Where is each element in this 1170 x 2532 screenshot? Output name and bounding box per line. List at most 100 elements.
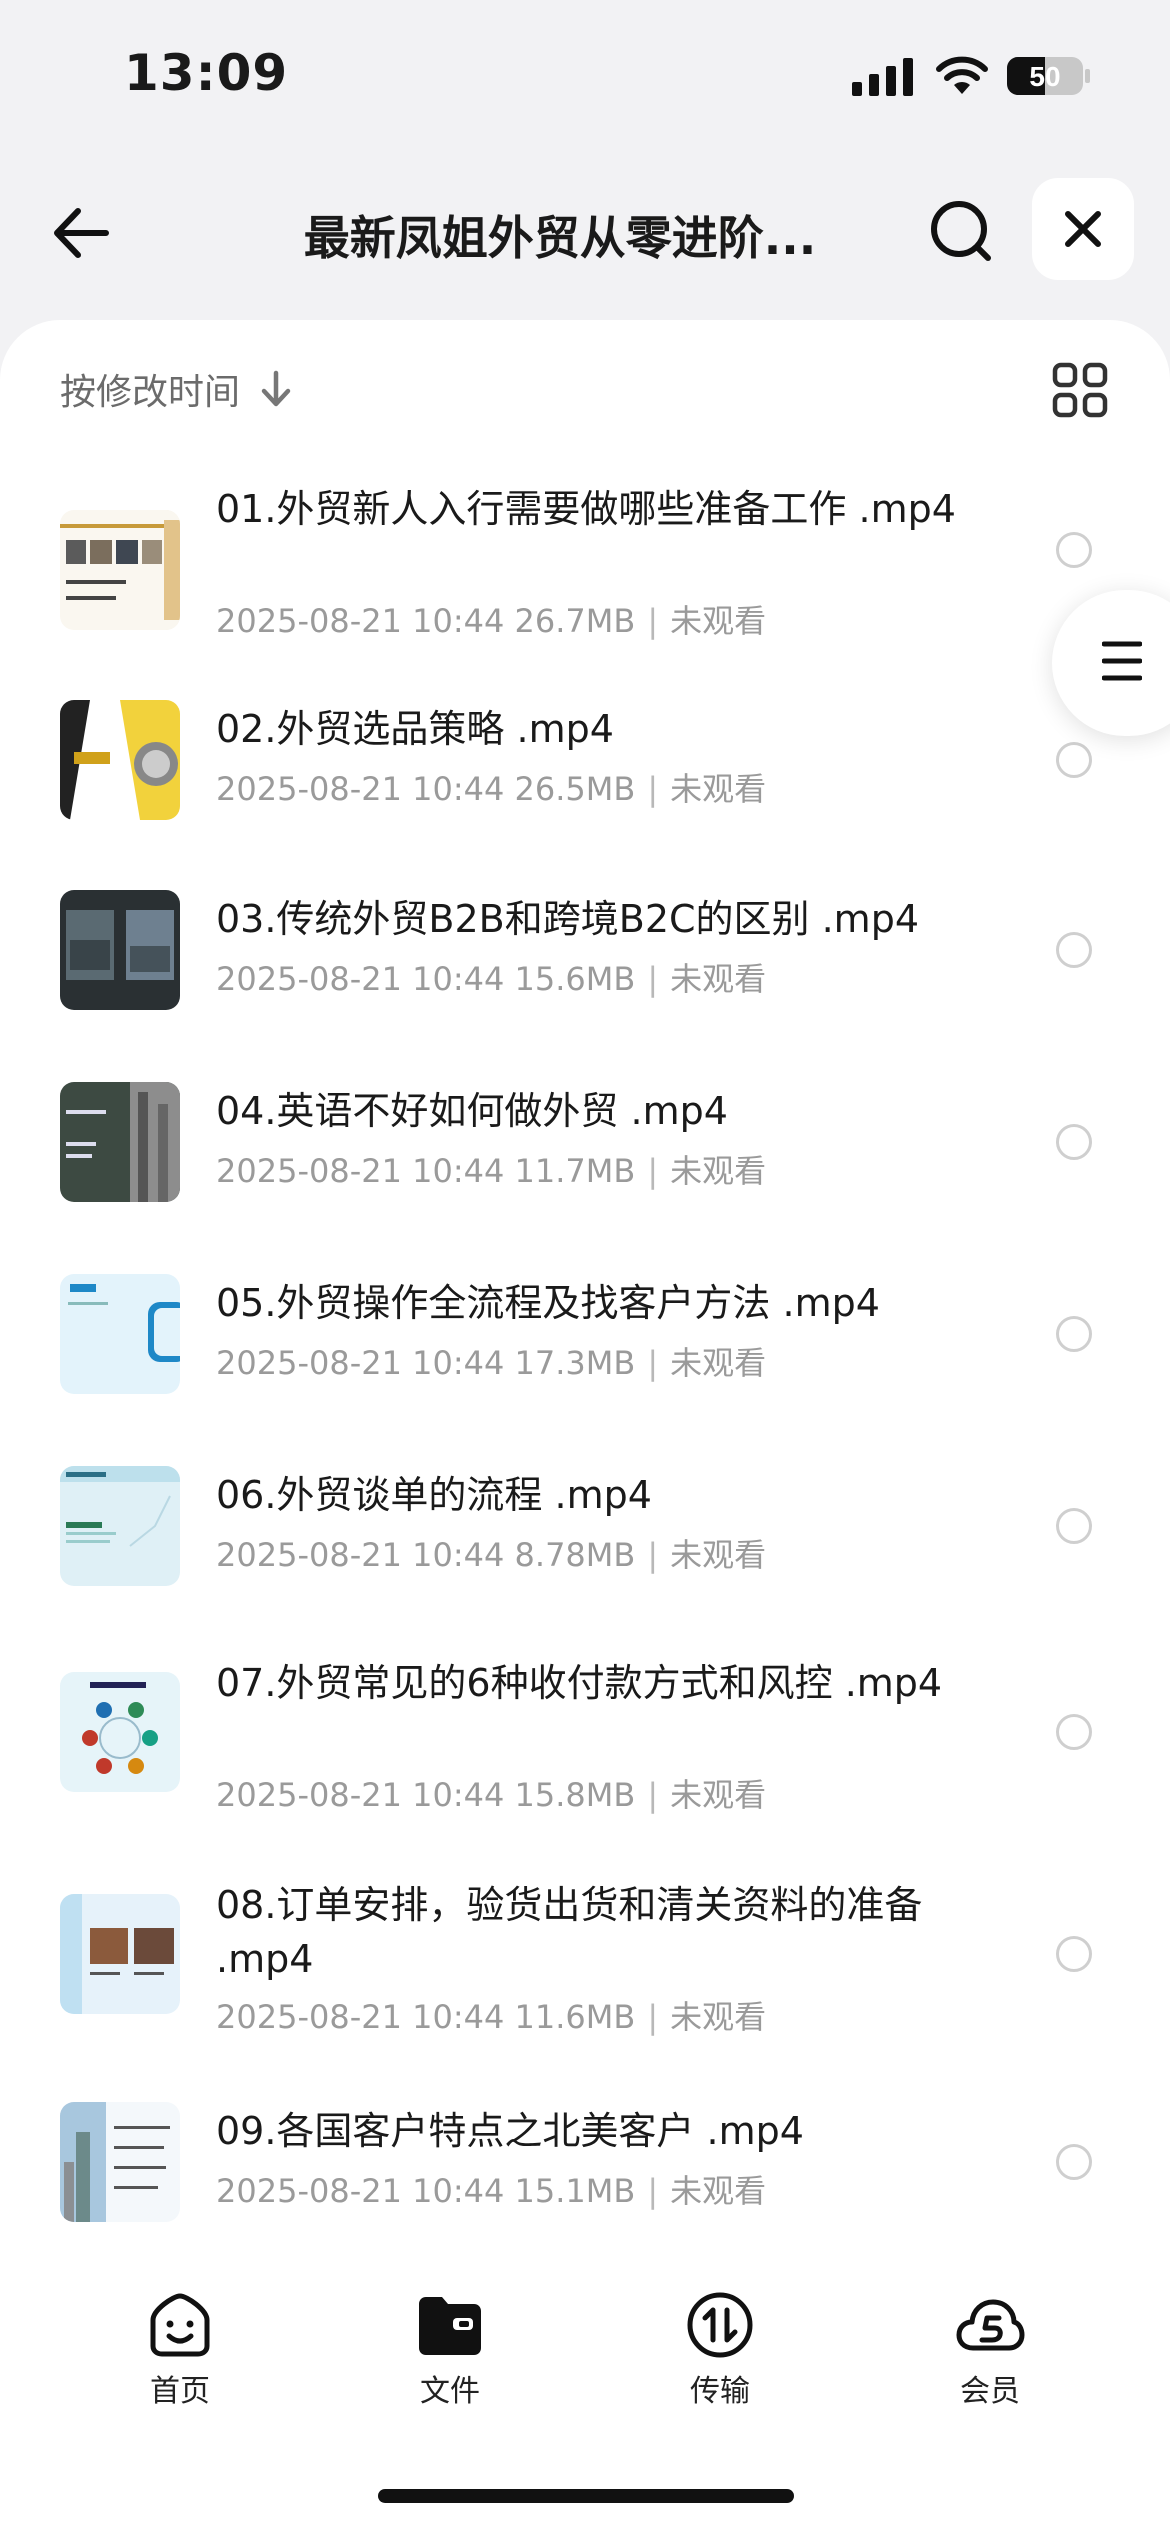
watch-status: 未观看 (670, 1152, 767, 1190)
bottom-tab-bar: 首页 文件 传输 会员 (0, 2260, 1170, 2410)
file-meta: 2025-08-21 10:44 11.6MB | 未观看 (216, 1998, 767, 2036)
file-row[interactable]: 09.各国客户特点之北美客户 .mp4 2025-08-21 10:44 15.… (0, 2072, 1170, 2262)
select-radio-icon[interactable] (1056, 742, 1092, 778)
file-date: 2025-08-21 10:44 (216, 1776, 505, 1814)
watch-status: 未观看 (670, 2172, 767, 2210)
file-meta: 2025-08-21 10:44 17.3MB | 未观看 (216, 1344, 767, 1382)
file-list-panel: 按修改时间 01.外贸新人入行需要做哪些准备工作 .mp4 2025-08-21… (0, 320, 1170, 2532)
file-name: 06.外贸谈单的流程 .mp4 (216, 1473, 652, 1517)
file-date: 2025-08-21 10:44 (216, 770, 505, 808)
menu-lines-icon (1102, 641, 1142, 681)
file-date: 2025-08-21 10:44 (216, 1536, 505, 1574)
watch-status: 未观看 (670, 1776, 767, 1814)
select-radio-icon[interactable] (1056, 2144, 1092, 2180)
select-radio-icon[interactable] (1056, 1936, 1092, 1972)
file-name: 08.订单安排，验货出货和清关资料的准备 .mp4 (216, 1883, 923, 1981)
select-radio-icon[interactable] (1056, 1124, 1092, 1160)
file-date: 2025-08-21 10:44 (216, 960, 505, 998)
video-thumbnail (60, 1894, 180, 2014)
file-size: 15.8MB (514, 1776, 636, 1814)
tab-label: 会员 (960, 2374, 1020, 2409)
file-row[interactable]: 03.传统外贸B2B和跨境B2C的区别 .mp4 2025-08-21 10:4… (0, 860, 1170, 1040)
select-radio-icon[interactable] (1056, 1714, 1092, 1750)
file-row[interactable]: 06.外贸谈单的流程 .mp4 2025-08-21 10:44 8.78MB |… (0, 1436, 1170, 1616)
file-row[interactable]: 04.英语不好如何做外贸 .mp4 2025-08-21 10:44 11.7M… (0, 1052, 1170, 1232)
select-radio-icon[interactable] (1056, 1508, 1092, 1544)
watch-status: 未观看 (670, 1536, 767, 1574)
file-meta: 2025-08-21 10:44 26.5MB | 未观看 (216, 770, 767, 808)
wifi-icon (936, 56, 988, 94)
watch-status: 未观看 (670, 602, 767, 640)
video-thumbnail (60, 1082, 180, 1202)
video-thumbnail (60, 510, 180, 630)
file-size: 17.3MB (514, 1344, 636, 1382)
back-arrow-icon[interactable] (50, 202, 112, 264)
watch-status: 未观看 (670, 770, 767, 808)
vip-cloud-icon (956, 2299, 1025, 2351)
tab-label: 传输 (690, 2374, 750, 2409)
file-date: 2025-08-21 10:44 (216, 1998, 505, 2036)
tab-home[interactable]: 首页 (110, 2290, 250, 2410)
file-meta: 2025-08-21 10:44 15.6MB | 未观看 (216, 960, 767, 998)
select-radio-icon[interactable] (1056, 532, 1092, 568)
signal-icon (852, 58, 913, 96)
file-name: 05.外贸操作全流程及找客户方法 .mp4 (216, 1281, 880, 1325)
battery-icon: 50 (1007, 57, 1090, 95)
file-date: 2025-08-21 10:44 (216, 1152, 505, 1190)
file-name: 03.传统外贸B2B和跨境B2C的区别 .mp4 (216, 897, 920, 941)
status-time: 13:09 (124, 44, 289, 102)
file-meta: 2025-08-21 10:44 8.78MB | 未观看 (216, 1536, 767, 1574)
grid-view-icon[interactable] (1052, 362, 1108, 418)
video-thumbnail (60, 700, 180, 820)
home-indicator (378, 2489, 794, 2503)
file-size: 26.7MB (514, 602, 636, 640)
file-row[interactable]: 02.外贸选品策略 .mp4 2025-08-21 10:44 26.5MB | 未… (0, 670, 1170, 850)
tab-label: 文件 (420, 2374, 480, 2409)
file-size: 8.78MB (514, 1536, 636, 1574)
file-date: 2025-08-21 10:44 (216, 602, 505, 640)
file-size: 15.1MB (514, 2172, 636, 2210)
file-name: 07.外贸常见的6种收付款方式和风控 .mp4 (216, 1661, 943, 1705)
video-thumbnail (60, 2102, 180, 2222)
file-meta: 2025-08-21 10:44 11.7MB | 未观看 (216, 1152, 767, 1190)
watch-status: 未观看 (670, 1344, 767, 1382)
video-thumbnail (60, 890, 180, 1010)
tab-label: 首页 (150, 2374, 210, 2409)
file-row[interactable]: 05.外贸操作全流程及找客户方法 .mp4 2025-08-21 10:44 1… (0, 1244, 1170, 1424)
arrow-down-icon (261, 370, 291, 407)
file-date: 2025-08-21 10:44 (216, 1344, 505, 1382)
search-icon[interactable] (928, 198, 994, 264)
watch-status: 未观看 (670, 1998, 767, 2036)
tab-transfer[interactable]: 传输 (650, 2290, 790, 2410)
battery-level: 50 (1029, 61, 1060, 92)
file-row[interactable]: 01.外贸新人入行需要做哪些准备工作 .mp4 2025-08-21 10:44… (0, 460, 1170, 640)
sort-label: 按修改时间 (60, 372, 241, 413)
select-radio-icon[interactable] (1056, 932, 1092, 968)
video-thumbnail (60, 1466, 180, 1586)
file-size: 11.6MB (514, 1998, 636, 2036)
watch-status: 未观看 (670, 960, 767, 998)
header: 最新凤姐外贸从零进阶... (0, 160, 1170, 300)
select-radio-icon[interactable] (1056, 1316, 1092, 1352)
tab-files[interactable]: 文件 (380, 2290, 520, 2410)
folder-icon (419, 2297, 481, 2355)
page-title: 最新凤姐外贸从零进阶... (303, 211, 817, 265)
file-name: 09.各国客户特点之北美客户 .mp4 (216, 2109, 804, 2153)
tab-vip[interactable]: 会员 (920, 2290, 1060, 2410)
file-date: 2025-08-21 10:44 (216, 2172, 505, 2210)
file-meta: 2025-08-21 10:44 15.1MB | 未观看 (216, 2172, 767, 2210)
file-name: 01.外贸新人入行需要做哪些准备工作 .mp4 (216, 487, 956, 531)
transfer-icon (687, 2292, 753, 2358)
close-icon (1065, 211, 1101, 247)
file-row[interactable]: 08.订单安排，验货出货和清关资料的准备 .mp4 2025-08-21 10:… (0, 1850, 1170, 2080)
file-meta: 2025-08-21 10:44 26.7MB | 未观看 (216, 602, 767, 640)
status-bar: 13:09 50 (0, 0, 1170, 150)
close-button[interactable] (1032, 178, 1134, 280)
video-thumbnail (60, 1672, 180, 1792)
file-size: 26.5MB (514, 770, 636, 808)
file-row[interactable]: 07.外贸常见的6种收付款方式和风控 .mp4 2025-08-21 10:44… (0, 1628, 1170, 1858)
home-smile-icon (150, 2293, 210, 2357)
file-size: 11.7MB (514, 1152, 636, 1190)
sort-selector[interactable]: 按修改时间 (60, 364, 294, 414)
video-thumbnail (60, 1274, 180, 1394)
